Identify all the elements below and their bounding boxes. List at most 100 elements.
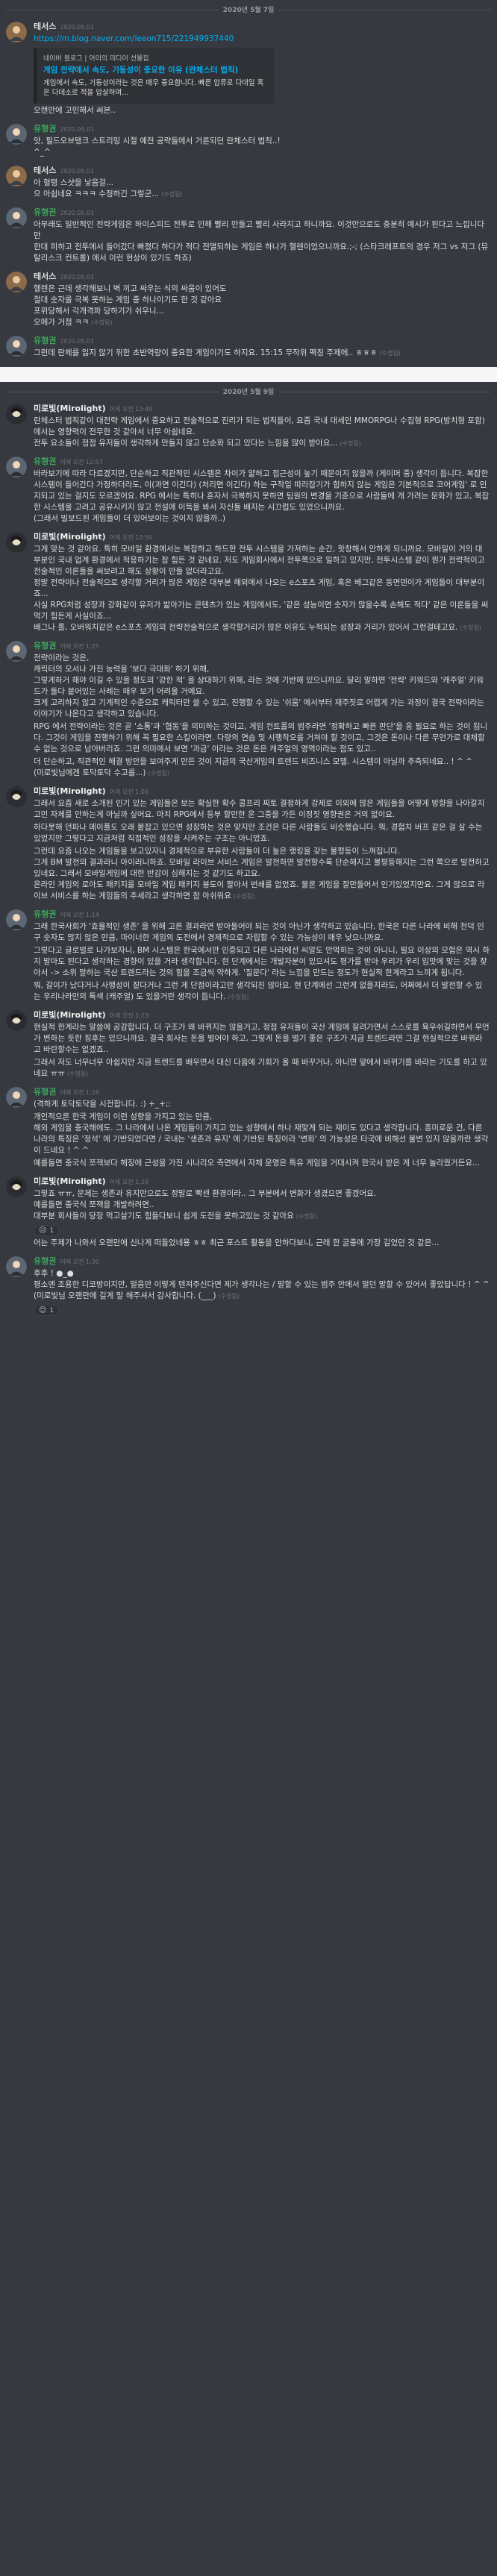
timestamp: 2020.05.01 [60, 24, 95, 31]
author-name[interactable]: 테서스 [34, 166, 56, 175]
message-link[interactable]: https://m.blog.naver.com/leeon715/221949… [34, 34, 234, 43]
message-text: 앗, 필드오브탱크 스트리밍 시절 예전 공략들에서 거론되던 란체스터 법칙.… [34, 137, 281, 145]
message-text: RPG 에서 전략이라는 것은 곧 '소통'과 '협동'을 의미하는 것이고, … [34, 722, 488, 753]
message-text: 해외 게임을 중국해에도. 그 나라에서 나온 게임들이 가지고 있는 성향에서… [34, 1124, 489, 1155]
avatar[interactable] [6, 166, 27, 187]
author-name[interactable]: 미로빛(Mirolight) [34, 1010, 106, 1020]
message-text: 오메가 거점 ㅋㅋ [34, 318, 90, 327]
message-text: 캐릭터의 오서나 가진 능력을 '보다 극대화' 하기 위해, [34, 665, 210, 674]
reaction-button[interactable]: 😊 1 [34, 1305, 60, 1316]
message: 미로빛(Mirolight) 어제 오전 1:28 그렇죠 ㅠㅠ, 문제는 생존과… [0, 1173, 497, 1253]
edited-label: (수정됨) [228, 994, 249, 1000]
avatar[interactable] [6, 1087, 27, 1108]
message-text: 헬렌은 근데 생각해보니 벽 끼고 싸우는 식의 싸움이 있어도 [34, 284, 227, 293]
author-name[interactable]: 유형권 [34, 1087, 56, 1097]
message-text: 그런데 요즘 나오는 게임들을 보고있자니 경제적으로 부유한 사람들이 더 높… [34, 847, 401, 856]
day-group-1: 2020년 5월 7일 테서스 2020.05.01 https://m.blog… [0, 0, 497, 367]
author-name[interactable]: 미로빛(Mirolight) [34, 532, 106, 542]
message-text: 그런데 란체를 잃지 않기 위한 초반역량이 중요한 게임이기도 하지요. 15… [34, 348, 378, 357]
avatar[interactable] [6, 336, 27, 357]
message-text: 전투 요소들이 점점 유저들이 생각하게 만들지 않고 단순화 되고 있다는 느… [34, 439, 338, 448]
date-divider: 2020년 5월 7일 [6, 4, 491, 15]
author-name[interactable]: 유형권 [34, 457, 56, 466]
author-name[interactable]: 미로빛(Mirolight) [34, 786, 106, 796]
author-name[interactable]: 유형권 [34, 1256, 56, 1266]
timestamp: 어제 오전 12:50 [109, 534, 153, 541]
link-embed: 네이버 블로그 | 어이의 미디어 선물집 게임 전략에서 속도, 기동성이 중… [34, 48, 274, 104]
avatar[interactable] [6, 404, 27, 424]
timestamp: 2020.05.01 [60, 338, 95, 345]
message: 유형권 어제 오전 1:26 (격하게 토닥토닥을 시전합니다. :) +_+;:… [0, 1083, 497, 1173]
avatar[interactable] [6, 457, 27, 477]
message-text: 그렇게하거 해야 이길 수 있을 정도의 '강한 적' 을 상대하기 위해, 라… [34, 676, 484, 696]
date-divider-label: 2020년 5월 9일 [218, 389, 279, 396]
avatar[interactable] [6, 207, 27, 228]
timestamp: 어제 오전 1:09 [109, 789, 149, 795]
edited-label: (수정됨) [340, 440, 361, 447]
embed-provider: 네이버 블로그 | 어이의 미디어 선물집 [43, 55, 149, 63]
message-text: 그래 한국사회가 '효율적인 생존' 을 위해 고른 결과라면 받아들어야 되는… [34, 922, 484, 942]
avatar[interactable] [6, 1010, 27, 1031]
message: 유형권 2020.05.01 아무래도 일반적인 전략게임은 하이스피드 전투로 … [0, 204, 497, 268]
author-name[interactable]: 유형권 [34, 641, 56, 651]
author-name[interactable]: 유형권 [34, 124, 56, 134]
avatar[interactable] [6, 532, 27, 553]
message: 유형권 어제 오전 1:14 그래 한국사회가 '효율적인 생존' 을 위해 고른… [0, 906, 497, 1006]
edited-label: (수정됨) [296, 1213, 318, 1220]
avatar[interactable] [6, 786, 27, 807]
message: 유형권 2020.05.01 그런데 란체를 잃지 않기 위한 초반역량이 중요한… [0, 332, 497, 363]
message-text: 그렇다고 글로벌로 나가보자니, BM 시스템은 한국에서만 인증되고 다른 나… [34, 946, 490, 977]
message-text: 그렇죠 ㅠㅠ, 문제는 생존과 유지만으로도 정말로 빡센 환경이라.. 그 부… [34, 1189, 377, 1198]
message-text: 예를들면 중국식 쪼잭보다 헤징에 근성을 가진 시나리오 측면에서 자체 운영… [34, 1159, 481, 1168]
message-text: 어는 주제가 나와서 오랜만에 신나게 떠들었네용 ㅎㅎ 최근 포스트 활동을 … [34, 1238, 440, 1247]
author-name[interactable]: 유형권 [34, 336, 56, 345]
avatar[interactable] [6, 909, 27, 930]
message-feed: 2020년 5월 7일 테서스 2020.05.01 https://m.blog… [0, 0, 497, 1324]
author-name[interactable]: 미로빛(Mirolight) [34, 404, 106, 413]
timestamp: 어제 오전 1:25 [60, 643, 99, 650]
message: 유형권 2020.05.01 앗, 필드오브탱크 스트리밍 시절 예전 공략들에서… [0, 120, 497, 162]
reaction-button[interactable]: 😥 1 [34, 1225, 60, 1236]
author-name[interactable]: 유형권 [34, 207, 56, 217]
author-name[interactable]: 테서스 [34, 272, 56, 281]
author-name[interactable]: 테서스 [34, 22, 56, 31]
timestamp: 어제 오전 12:49 [109, 406, 153, 413]
message-text: 아무래도 일반적인 전략게임은 하이스피드 전투로 인해 빨리 만들고 빨리 사… [34, 220, 485, 240]
message: 유형권 어제 오전 12:57 바라보기에 따라 다르겠지만, 단순하고 직관적인… [0, 453, 497, 528]
message-text: 전략이라는 것은, [34, 654, 90, 662]
author-name[interactable]: 미로빛(Mirolight) [34, 1176, 106, 1186]
avatar[interactable] [6, 641, 27, 662]
avatar[interactable] [6, 1176, 27, 1197]
edited-label: (수정됨) [218, 1293, 240, 1300]
edited-label: (수정됨) [148, 770, 169, 777]
screenshot-separator [0, 367, 497, 382]
sad-face-icon: 😥 [39, 1226, 47, 1235]
avatar[interactable] [6, 22, 27, 43]
smile-face-icon: 😊 [39, 1306, 47, 1314]
message-text: 정말 전략이나 전술적으로 생각할 거리가 많은 게임은 대부분 해외에서 나오… [34, 578, 485, 598]
reaction-count: 1 [49, 1306, 54, 1314]
message-text: 후후 ! ●_● [34, 1269, 74, 1278]
message: 미로빛(Mirolight) 어제 오전 1:23 현실적 한계라는 말씀에 공감… [0, 1006, 497, 1083]
author-name[interactable]: 유형권 [34, 909, 56, 919]
message-text: 현실적 한계라는 말씀에 공감합니다. 더 구조가 왜 바뀌지는 않을거고, 정… [34, 1023, 490, 1054]
message: 테서스 2020.05.01 아 혈탱 스샷을 낳음걸... 으 아쉽네요 ㅋㅋㅋ… [0, 162, 497, 204]
timestamp: 2020.05.01 [60, 168, 95, 175]
message-text: 그래서 저도 너무너무 아쉽지만 지금 트렌드를 배우면서 대신 다음에 기회가… [34, 1058, 487, 1078]
message-text: 사실 RPG처럼 성장과 강화같이 유저가 밟아가는 콘텐츠가 있는 게임에서도… [34, 601, 489, 621]
embed-title[interactable]: 게임 전략에서 속도, 기동성이 중요한 이유 (란체스터 법칙) [43, 65, 267, 75]
timestamp: 어제 오전 12:57 [60, 459, 103, 466]
message-text: 온라인 게임의 로아도 패키지를 모바일 게임 패키지 붕도이 팔아서 번쇄를 … [34, 880, 485, 900]
message-text: 개인적으론 한국 게임이 이런 성향을 가지고 있는 만큼, [34, 1112, 213, 1121]
message-text: 배그나 롤, 오버워치같은 e스포츠 게임의 전략전술적으로 생각할거리가 많은… [34, 623, 458, 632]
message-text: 한대 피하고 전투에서 들어갔다 빠졌다 하다가 적다 전멸되하는 게임은 하나… [34, 242, 489, 263]
avatar[interactable] [6, 272, 27, 292]
message-text: 아 혈탱 스샷을 낳음걸... [34, 178, 113, 187]
message-text: 뭐, 갈이가 났다거나 사행성이 짙다거나 그런 게 단점이라고만 생각되진 않… [34, 981, 483, 1001]
message-text: 절대 숫자를 극복 못하는 게임 중 하나이기도 한 것 같아요 [34, 295, 222, 304]
timestamp: 어제 오전 1:23 [109, 1012, 149, 1019]
message: 미로빛(Mirolight) 어제 오전 1:09 그래서 요즘 새로 소개된 인… [0, 783, 497, 906]
avatar[interactable] [6, 1256, 27, 1277]
avatar[interactable] [6, 124, 27, 145]
timestamp: 어제 오전 1:30 [60, 1259, 99, 1265]
